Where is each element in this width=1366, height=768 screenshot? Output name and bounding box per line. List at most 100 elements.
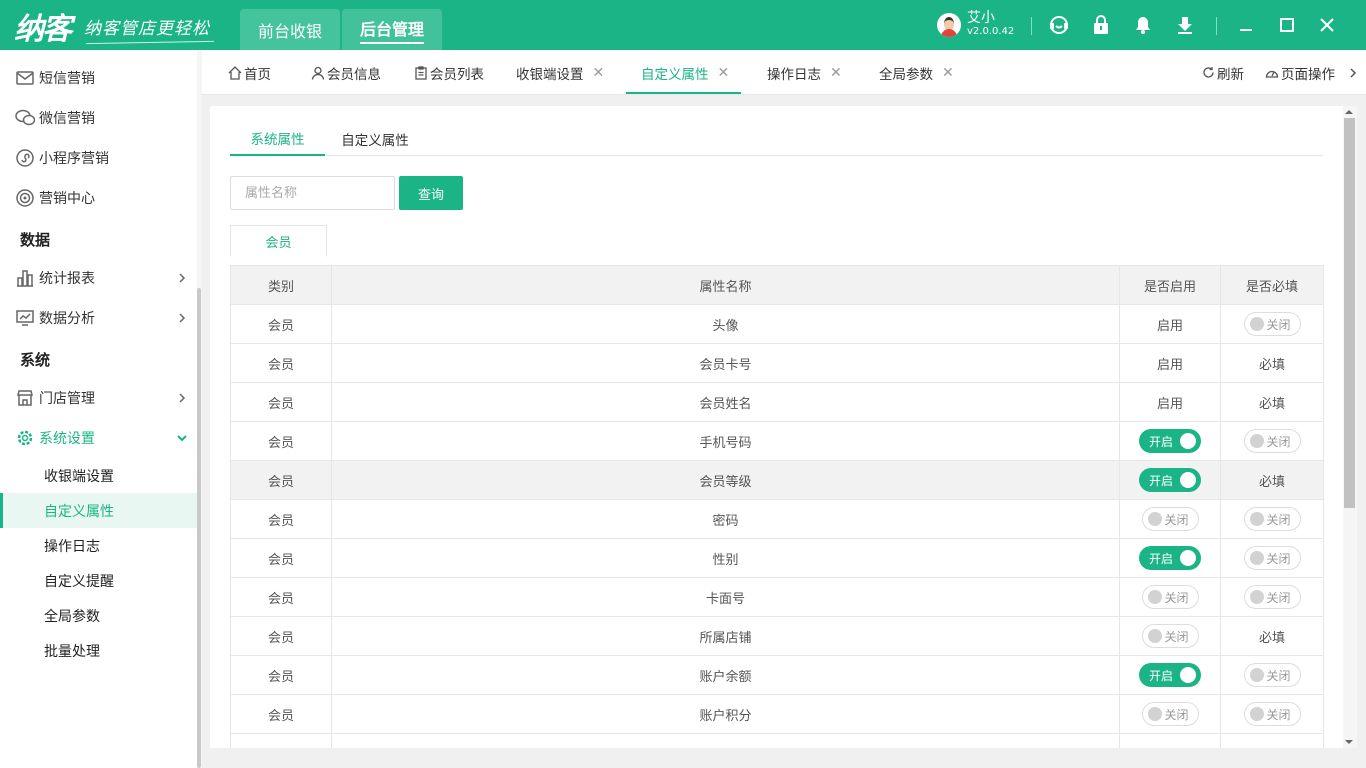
close-tab-icon[interactable]: ✕ — [593, 65, 605, 81]
cell-enabled: 启用 — [1119, 343, 1221, 383]
tab-operation-log[interactable]: 操作日志 ✕ — [767, 50, 842, 95]
cell-attribute-name: 会员等级 — [331, 460, 1120, 500]
home-icon — [228, 65, 242, 80]
sidebar-item-miniprogram-marketing[interactable]: 小程序营销 — [0, 138, 197, 178]
close-tab-icon[interactable]: ✕ — [942, 65, 954, 81]
main-scrollbar-thumb[interactable] — [1344, 118, 1355, 508]
cell-attribute-name: 会员卡号 — [331, 343, 1120, 383]
sidebar-item-wechat-marketing[interactable]: 微信营销 — [0, 98, 197, 138]
gear-icon — [15, 428, 35, 448]
table-row: 会员 账户积分 关闭 关闭 — [230, 694, 1324, 734]
required-toggle[interactable]: 关闭 — [1243, 663, 1301, 687]
sidebar-item-label: 数据分析 — [39, 311, 95, 327]
enabled-toggle[interactable]: 开启 — [1139, 429, 1201, 453]
cell-required: 必填 — [1220, 460, 1324, 500]
enabled-toggle[interactable]: 关闭 — [1141, 702, 1199, 726]
maximize-icon[interactable] — [1276, 14, 1298, 36]
tab-member-info[interactable]: 会员信息 — [311, 50, 381, 95]
sidebar-group-system: 系统 — [20, 351, 51, 369]
table-row: 会员 账户余额 开启 关闭 — [230, 655, 1324, 695]
required-toggle[interactable]: 关闭 — [1243, 507, 1301, 531]
sidebar-item-marketing-center[interactable]: 营销中心 — [0, 178, 197, 218]
tab-custom-attributes[interactable]: 自定义属性 ✕ — [625, 50, 742, 95]
cell-category: 会员 — [230, 421, 332, 461]
enabled-toggle[interactable]: 开启 — [1139, 663, 1201, 687]
user-icon — [311, 66, 325, 80]
cell-category: 会员 — [230, 538, 332, 578]
minimize-icon[interactable] — [1235, 14, 1257, 36]
top-tab-back-office[interactable]: 后台管理 — [342, 9, 442, 50]
tab-member-list[interactable]: 会员列表 — [414, 50, 484, 95]
tab-global-params[interactable]: 全局参数 ✕ — [879, 50, 954, 95]
tab-cashier-settings[interactable]: 收银端设置 ✕ — [516, 50, 604, 95]
top-bar: 纳客 纳客管店更轻松 前台收银 后台管理 艾小 v2.0.0.42 — [0, 0, 1366, 50]
sidebar-subitem-operation-log[interactable]: 操作日志 — [0, 528, 197, 563]
tab-label: 操作日志 — [767, 66, 821, 83]
cell-enabled: 开启 — [1119, 421, 1221, 461]
page-operations-label: 页面操作 — [1281, 66, 1335, 83]
cell-enabled — [1119, 733, 1221, 748]
attribute-name-search-input[interactable] — [230, 176, 395, 210]
cell-attribute-name: 密码 — [331, 499, 1120, 539]
category-tab-member[interactable]: 会员 — [230, 225, 327, 257]
sidebar-scrollbar-thumb[interactable] — [197, 288, 201, 768]
enabled-toggle[interactable]: 关闭 — [1141, 585, 1199, 609]
sidebar-subitem-custom-reminder[interactable]: 自定义提醒 — [0, 563, 197, 598]
app-version: v2.0.0.42 — [967, 26, 1015, 37]
enabled-toggle[interactable]: 关闭 — [1141, 507, 1199, 531]
required-toggle[interactable]: 关闭 — [1243, 429, 1301, 453]
page-operations-button[interactable]: 页面操作 — [1265, 50, 1335, 95]
tab-label: 会员列表 — [430, 66, 484, 83]
tab-scroll-right[interactable] — [1348, 50, 1358, 95]
close-icon[interactable] — [1316, 14, 1338, 36]
scroll-up-arrow-icon[interactable] — [1345, 110, 1353, 114]
download-icon[interactable] — [1174, 14, 1196, 36]
sidebar: 短信营销 微信营销 小程序营销 营销中心 数据 统计报表 数据分析 系统 门店管… — [0, 50, 197, 768]
cell-attribute-name: 头像 — [331, 304, 1120, 344]
enabled-toggle[interactable]: 开启 — [1139, 546, 1201, 570]
sidebar-subitem-cashier-settings[interactable]: 收银端设置 — [0, 458, 197, 493]
column-header-attribute-name: 属性名称 — [331, 265, 1120, 305]
top-tab-front-cashier[interactable]: 前台收银 — [240, 9, 340, 50]
top-tab-label: 前台收银 — [257, 21, 322, 41]
column-header-required: 是否必填 — [1220, 265, 1324, 305]
table-row: 会员 密码 关闭 关闭 — [230, 499, 1324, 539]
sidebar-group-data: 数据 — [20, 231, 51, 249]
sidebar-item-statistics-report[interactable]: 统计报表 — [0, 258, 197, 298]
customer-service-icon[interactable] — [1048, 14, 1070, 36]
sidebar-item-store-management[interactable]: 门店管理 — [0, 378, 197, 418]
table-row: 会员 卡面号 关闭 关闭 — [230, 577, 1324, 617]
required-toggle[interactable]: 关闭 — [1243, 312, 1301, 336]
table-row — [230, 733, 1324, 748]
close-tab-icon[interactable]: ✕ — [830, 65, 842, 81]
sidebar-subitem-global-params[interactable]: 全局参数 — [0, 598, 197, 633]
required-toggle[interactable]: 关闭 — [1243, 546, 1301, 570]
avatar — [937, 13, 961, 37]
attributes-table: 类别 属性名称 是否启用 是否必填 会员 头像 启用 关闭 会员 会员卡号 启用… — [230, 265, 1324, 748]
tab-system-attributes[interactable]: 系统属性 — [230, 121, 325, 156]
sidebar-item-data-analysis[interactable]: 数据分析 — [0, 298, 197, 338]
close-tab-icon[interactable]: ✕ — [718, 65, 730, 81]
bell-icon[interactable] — [1132, 14, 1154, 36]
user-profile[interactable]: 艾小 v2.0.0.42 — [937, 11, 1014, 39]
search-button[interactable]: 查询 — [399, 176, 463, 210]
cell-enabled: 开启 — [1119, 538, 1221, 578]
logo-slogan: 纳客管店更轻松 — [84, 14, 210, 39]
scroll-down-arrow-icon[interactable] — [1345, 740, 1353, 744]
refresh-button[interactable]: 刷新 — [1202, 50, 1244, 95]
cell-category: 会员 — [230, 616, 332, 656]
enabled-toggle[interactable]: 关闭 — [1141, 624, 1199, 648]
required-toggle[interactable]: 关闭 — [1243, 702, 1301, 726]
cell-enabled: 启用 — [1119, 304, 1221, 344]
tab-home[interactable]: 首页 — [228, 50, 271, 95]
table-row: 会员 会员卡号 启用 必填 — [230, 343, 1324, 383]
sidebar-item-sms-marketing[interactable]: 短信营销 — [0, 58, 197, 98]
sidebar-subitem-custom-attributes[interactable]: 自定义属性 — [0, 493, 197, 528]
lock-icon[interactable] — [1090, 14, 1112, 36]
required-toggle[interactable]: 关闭 — [1243, 585, 1301, 609]
sidebar-item-system-settings[interactable]: 系统设置 — [0, 418, 197, 458]
enabled-toggle[interactable]: 开启 — [1139, 468, 1201, 492]
sidebar-subitem-batch-processing[interactable]: 批量处理 — [0, 633, 197, 668]
tab-custom-attributes-sub[interactable]: 自定义属性 — [325, 121, 425, 156]
app-logo: 纳客 纳客管店更轻松 — [14, 9, 210, 47]
